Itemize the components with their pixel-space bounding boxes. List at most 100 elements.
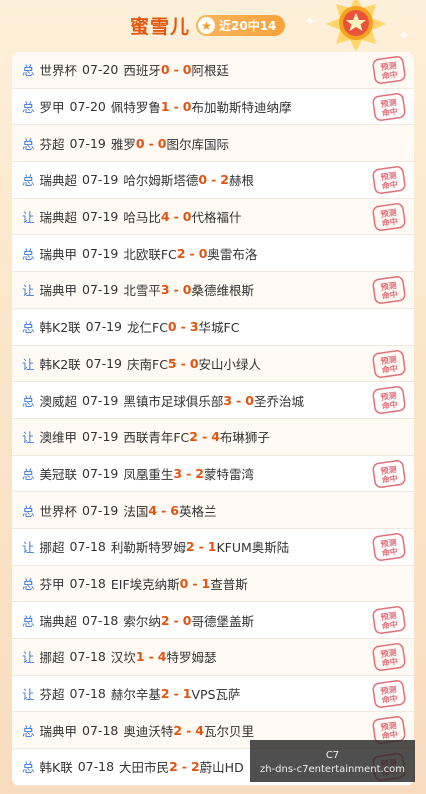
row-home-team: EIF埃克纳斯: [110, 576, 180, 592]
list-item[interactable]: 总澳威超 07-19 黑镇市足球俱乐部 3-0 圣乔治城 预测 命中: [12, 382, 414, 419]
row-home-score: 3: [173, 465, 183, 481]
row-away-score: 1: [182, 686, 192, 702]
row-league: 韩K2联: [39, 320, 81, 336]
row-league: 瑞典超: [39, 210, 78, 226]
row-away-score: 3: [189, 319, 199, 335]
row-league: 芬超: [39, 136, 65, 152]
row-score-separator: -: [173, 282, 179, 298]
star-icon: ★: [198, 17, 215, 34]
row-league: 罗甲: [39, 100, 65, 116]
row-home-score: 2: [160, 612, 170, 628]
row-away-score: 0: [245, 392, 254, 408]
row-score-separator: -: [180, 355, 186, 371]
list-item[interactable]: 总瑞典甲 07-19 北欧联FC 2-0 奥雷布洛: [12, 235, 414, 273]
hit-stamp-icon: 预测命中: [372, 202, 406, 231]
row-away-team: 特罗姆瑟: [166, 650, 217, 666]
row-away-score: 4: [157, 649, 167, 665]
row-score-separator: -: [236, 392, 242, 408]
row-score-separator: -: [173, 209, 179, 225]
list-item[interactable]: 让挪超 07-18 利勒斯特罗姆 2-1 KFUM奥斯陆 预测 命中: [12, 529, 414, 566]
row-away-score: 2: [220, 172, 229, 188]
row-date: 07-19: [85, 319, 122, 335]
row-date: 07-18: [69, 649, 106, 665]
list-item[interactable]: 让芬超 07-18 赫尔辛基 2-1 VPS瓦萨 预测 命中: [12, 676, 414, 713]
row-type: 总: [22, 723, 35, 739]
row-score-separator: -: [148, 135, 154, 151]
row-home-score: 0: [160, 62, 170, 78]
row-date: 07-18: [69, 539, 106, 555]
list-item[interactable]: 总瑞典超 07-18 索尔纳 2-0 哥德堡盖斯 预测 命中: [12, 602, 414, 639]
row-type: 总: [22, 173, 35, 189]
hit-stamp-icon: 预测命中: [372, 166, 406, 195]
list-item[interactable]: 总罗甲 07-20 佩特罗鲁 1-0 布加勒斯特迪纳摩 预测 命中: [12, 89, 414, 126]
row-date: 07-19: [82, 209, 119, 225]
list-item[interactable]: 让韩K2联 07-19 庆南FC 5-0 安山小绿人 预测 命中: [12, 345, 414, 383]
row-league: 芬甲: [39, 576, 65, 592]
row-home-score: 4: [160, 209, 170, 225]
watermark: C7 zh-dns-c7entertainment.com: [250, 740, 415, 782]
row-away-team: 布加勒斯特迪纳摩: [191, 100, 292, 116]
list-item[interactable]: 总韩K2联 07-19 龙仁FC 0-3 华城FC: [12, 309, 414, 346]
row-away-team: 奥雷布洛: [207, 246, 258, 262]
row-home-team: 汉坎: [110, 650, 136, 666]
row-league: 芬超: [39, 687, 65, 703]
row-date: 07-18: [69, 686, 106, 702]
row-score-separator: -: [211, 172, 217, 188]
row-date: 07-19: [82, 392, 119, 408]
row-score-separator: -: [181, 759, 187, 775]
list-item[interactable]: 让澳维甲 07-19 西联青年FC 2-4 布琳狮子: [12, 418, 414, 456]
prediction-list: 总世界杯 07-20 西班牙 0-0 阿根廷 预测 命中总罗甲 07-20 佩特罗鲁 1-0 布加勒…: [12, 52, 414, 786]
row-away-score: 1: [201, 575, 211, 591]
row-score-separator: -: [148, 649, 154, 665]
row-date: 07-20: [82, 62, 119, 78]
row-home-score: 0: [198, 172, 208, 188]
row-home-score: 2: [173, 722, 183, 738]
list-item[interactable]: 让挪超 07-18 汉坎 1-4 特罗姆瑟 预测 命中: [12, 639, 414, 676]
row-home-score: 1: [160, 99, 170, 115]
list-item[interactable]: 总芬甲 07-18 EIF埃克纳斯 0-1 查普斯: [12, 565, 414, 603]
row-type: 让: [22, 430, 35, 446]
row-league: 澳维甲: [39, 430, 78, 446]
hit-stamp-icon: 预测命中: [372, 92, 406, 121]
row-type: 总: [22, 613, 35, 629]
row-away-score: 0: [182, 209, 192, 225]
list-item[interactable]: 总瑞典超 07-19 哈尔姆斯塔德 0-2 赫根 预测 命中: [12, 162, 414, 199]
row-home-score: 3: [160, 282, 170, 298]
row-type: 让: [22, 210, 35, 226]
row-away-team: VPS瓦萨: [191, 687, 241, 703]
row-home-score: 5: [167, 355, 177, 371]
record-badge-text: 近20中14: [219, 19, 277, 33]
record-badge: ★ 近20中14: [196, 15, 285, 36]
row-league: 挪超: [39, 540, 65, 556]
list-item[interactable]: 让瑞典甲 07-19 北雪平 3-0 桑德维根斯 预测 命中: [12, 272, 414, 309]
row-date: 07-19: [82, 502, 119, 518]
row-home-team: 哈马比: [123, 210, 161, 226]
row-league: 美冠联: [39, 466, 78, 482]
row-date: 07-19: [82, 245, 119, 261]
row-home-team: 凤凰重生: [123, 466, 174, 482]
sparkle-icon: ✦: [398, 28, 410, 44]
row-league: 世界杯: [39, 63, 78, 79]
hit-stamp-icon: 预测命中: [372, 532, 406, 561]
list-item[interactable]: 总世界杯 07-19 法国 4-6 英格兰: [12, 492, 414, 529]
row-type: 总: [22, 136, 35, 152]
list-item[interactable]: 总美冠联 07-19 凤凰重生 3-2 蒙特雷湾 预测 命中: [12, 456, 414, 493]
row-date: 07-20: [69, 99, 106, 115]
row-league: 瑞典甲: [39, 283, 78, 299]
row-type: 让: [22, 540, 35, 556]
row-away-score: 4: [211, 429, 220, 445]
list-item[interactable]: 让瑞典超 07-19 哈马比 4-0 代格福什 预测 命中: [12, 198, 414, 236]
list-item[interactable]: 总芬超 07-19 雅罗 0-0 图尔库国际: [12, 125, 414, 163]
row-date: 07-19: [82, 465, 119, 481]
row-date: 07-19: [82, 282, 119, 298]
row-league: 瑞典超: [39, 613, 78, 629]
row-away-team: 赫根: [228, 173, 254, 189]
medal-icon: [326, 0, 386, 50]
list-item[interactable]: 总世界杯 07-20 西班牙 0-0 阿根廷 预测 命中: [12, 52, 414, 89]
row-home-team: 法国: [123, 503, 149, 519]
row-away-team: 蔚山HD: [199, 760, 244, 776]
sparkle-icon: ✦: [304, 14, 316, 30]
row-home-team: 佩特罗鲁: [110, 100, 161, 116]
row-date: 07-18: [82, 612, 119, 628]
row-type: 总: [22, 100, 35, 116]
